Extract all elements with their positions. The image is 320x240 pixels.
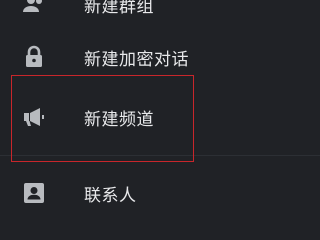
menu-item-label: 新建群组 — [84, 0, 154, 17]
group-icon — [23, 0, 42, 12]
contact-icon — [24, 183, 44, 203]
menu-item-new-secret-chat[interactable]: 新建加密对话 — [0, 29, 320, 85]
menu-item-label: 新建频道 — [84, 109, 154, 130]
menu-item-new-channel[interactable]: 新建频道 — [0, 89, 320, 145]
navigation-menu: 新建群组 新建加密对话 新建频道 联系人 — [0, 0, 320, 240]
menu-item-label: 联系人 — [84, 185, 137, 206]
lock-icon — [26, 45, 42, 67]
megaphone-icon — [24, 108, 44, 126]
menu-item-label: 新建加密对话 — [84, 49, 189, 70]
menu-item-contacts[interactable]: 联系人 — [0, 165, 320, 221]
menu-item-new-group[interactable]: 新建群组 — [0, 0, 320, 32]
menu-divider — [0, 155, 320, 156]
